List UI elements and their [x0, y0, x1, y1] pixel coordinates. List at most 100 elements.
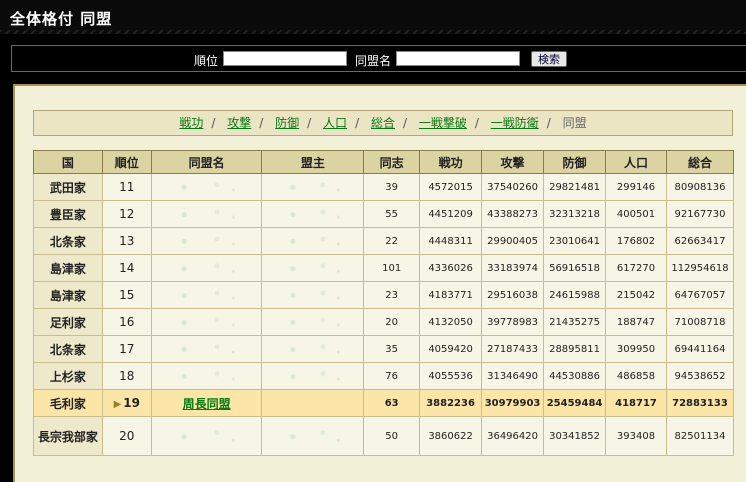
cell-alliance-redacted[interactable] [150, 416, 263, 456]
nav-link-defense[interactable]: 防御 [275, 116, 299, 130]
cell-defense: 23010641 [543, 227, 607, 255]
cell-members: 23 [363, 281, 421, 309]
cell-country: 武田家 [33, 173, 103, 201]
cell-leader-redacted[interactable] [261, 281, 365, 309]
cell-rank: 18 [101, 362, 152, 390]
cell-rank: 20 [101, 416, 152, 456]
cell-defense: 44530886 [543, 362, 607, 390]
cell-total: 80908136 [665, 173, 735, 201]
cell-defense: 25459484 [543, 389, 607, 417]
cell-total: 62663417 [665, 227, 735, 255]
cell-population: 188747 [605, 308, 667, 336]
cell-country: 島津家 [33, 254, 103, 282]
cell-rank: 16 [101, 308, 152, 336]
cell-population: 299146 [605, 173, 667, 201]
cell-rank: 17 [101, 335, 152, 363]
nav-link-total[interactable]: 総合 [371, 116, 395, 130]
nav-link-single-battle-attack[interactable]: 一戦撃破 [419, 116, 467, 130]
cell-total: 94538652 [665, 362, 735, 390]
col-header-merit: 戦功 [419, 150, 483, 174]
table-row: 足利家 16 20 4132050 39778983 21435275 1887… [33, 308, 735, 336]
cell-attack: 27187433 [481, 335, 545, 363]
cell-population: 309950 [605, 335, 667, 363]
table-row: 島津家 15 23 4183771 29516038 24615988 2150… [33, 281, 735, 309]
cell-leader-redacted[interactable] [261, 254, 365, 282]
cell-attack: 37540260 [481, 173, 545, 201]
cell-members: 101 [363, 254, 421, 282]
cell-total: 72883133 [665, 389, 735, 417]
cell-members: 50 [363, 416, 421, 456]
table-row: 北条家 13 22 4448311 29900405 23010641 1768… [33, 227, 735, 255]
cell-total: 69441164 [665, 335, 735, 363]
cell-population: 617270 [605, 254, 667, 282]
search-bar: 順位 同盟名 検索 [11, 45, 746, 72]
cell-merit: 4448311 [419, 227, 483, 255]
rank-input[interactable] [223, 51, 347, 66]
cell-members: 22 [363, 227, 421, 255]
cell-population: 176802 [605, 227, 667, 255]
cell-alliance-redacted[interactable] [150, 200, 263, 228]
cell-leader-redacted[interactable] [261, 362, 365, 390]
cell-alliance-redacted[interactable] [150, 335, 263, 363]
cell-merit: 4132050 [419, 308, 483, 336]
nav-link-merit[interactable]: 戦功 [179, 116, 203, 130]
cell-alliance-redacted[interactable] [150, 281, 263, 309]
cell-rank: 12 [101, 200, 152, 228]
col-header-attack: 攻撃 [481, 150, 545, 174]
col-header-country: 国 [33, 150, 103, 174]
cell-defense: 30341852 [543, 416, 607, 456]
col-header-total: 総合 [665, 150, 735, 174]
cell-leader-redacted[interactable] [261, 200, 365, 228]
cell-population: 393408 [605, 416, 667, 456]
cell-attack: 36496420 [481, 416, 545, 456]
col-header-defense: 防御 [543, 150, 607, 174]
nav-link-population[interactable]: 人口 [323, 116, 347, 130]
col-header-members: 同志 [363, 150, 421, 174]
cell-rank: 11 [101, 173, 152, 201]
cell-alliance-redacted[interactable] [150, 227, 263, 255]
cell-attack: 43388273 [481, 200, 545, 228]
cell-leader-redacted[interactable] [261, 173, 365, 201]
cell-leader-redacted[interactable] [261, 389, 365, 417]
cell-leader-redacted[interactable] [261, 308, 365, 336]
cell-alliance-redacted[interactable] [150, 173, 263, 201]
cell-country: 足利家 [33, 308, 103, 336]
alliance-link[interactable]: 周長同盟 [183, 397, 231, 411]
current-rank-marker-icon: ▶ [113, 399, 122, 410]
cell-defense: 24615988 [543, 281, 607, 309]
nav-current-alliance: 同盟 [562, 116, 587, 130]
alliance-name-label: 同盟名 [355, 54, 392, 68]
cell-total: 92167730 [665, 200, 735, 228]
cell-members: 55 [363, 200, 421, 228]
cell-members: 76 [363, 362, 421, 390]
search-button[interactable]: 検索 [531, 51, 567, 67]
cell-defense: 29821481 [543, 173, 607, 201]
table-row: 豊臣家 12 55 4451209 43388273 32313218 4005… [33, 200, 735, 228]
ranking-panel: 戦功 / 攻撃 / 防御 / 人口 / 総合 / 一戦撃破 / 一戦防衛 / 同盟 国 順位 … [13, 84, 746, 482]
cell-attack: 31346490 [481, 362, 545, 390]
cell-alliance-redacted[interactable] [150, 308, 263, 336]
cell-leader-redacted[interactable] [261, 227, 365, 255]
cell-leader-redacted[interactable] [261, 416, 365, 456]
cell-alliance: 周長同盟 [150, 389, 263, 417]
cell-alliance-redacted[interactable] [150, 254, 263, 282]
nav-link-single-battle-defense[interactable]: 一戦防衛 [491, 116, 539, 130]
page-header: 全体格付 同盟 [0, 0, 746, 34]
cell-attack: 30979903 [481, 389, 545, 417]
cell-population: 418717 [605, 389, 667, 417]
col-header-rank: 順位 [101, 150, 152, 174]
nav-link-attack[interactable]: 攻撃 [227, 116, 251, 130]
cell-rank: 13 [101, 227, 152, 255]
cell-alliance-redacted[interactable] [150, 362, 263, 390]
cell-attack: 33183974 [481, 254, 545, 282]
cell-rank: 15 [101, 281, 152, 309]
cell-country: 島津家 [33, 281, 103, 309]
cell-total: 112954618 [665, 254, 735, 282]
cell-leader-redacted[interactable] [261, 335, 365, 363]
cell-rank: ▶ 19 [101, 389, 152, 417]
alliance-name-input[interactable] [396, 51, 520, 66]
cell-merit: 3860622 [419, 416, 483, 456]
col-header-population: 人口 [605, 150, 667, 174]
cell-merit: 4572015 [419, 173, 483, 201]
table-row: 北条家 17 35 4059420 27187433 28895811 3099… [33, 335, 735, 363]
